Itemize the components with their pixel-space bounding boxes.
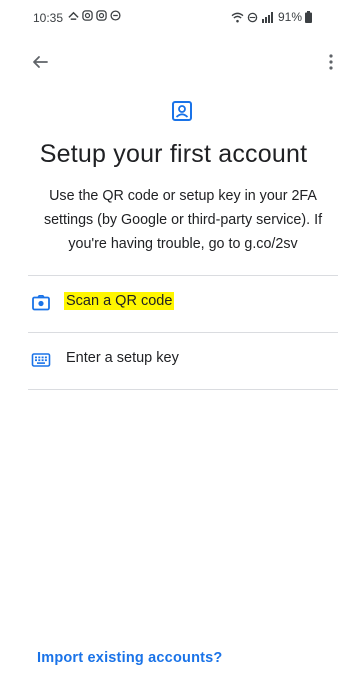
sync-icon <box>247 12 258 22</box>
instagram-icon <box>82 10 93 21</box>
wifi-icon <box>231 12 244 22</box>
notification-icons <box>68 10 121 21</box>
arrow-back-icon <box>33 56 48 68</box>
battery-percent: 91% <box>277 10 302 24</box>
enter-setup-key-option[interactable]: Enter a setup key <box>28 333 338 389</box>
divider <box>28 389 338 390</box>
missed-call-icon <box>68 11 79 20</box>
highlight-mark: Scan a QR code <box>64 292 175 310</box>
do-not-disturb-icon <box>110 10 121 21</box>
scan-qr-code-option[interactable]: Scan a QR code <box>28 276 338 332</box>
back-button[interactable] <box>28 50 52 74</box>
status-right: 91% <box>231 10 312 24</box>
app-bar <box>0 40 347 80</box>
battery-icon <box>305 11 312 23</box>
more-options-button[interactable] <box>323 50 339 74</box>
status-time: 10:35 <box>33 11 64 25</box>
camera-icon <box>32 295 50 311</box>
page-description: Use the QR code or setup key in your 2FA… <box>43 188 323 252</box>
status-bar: 10:35 91% <box>0 0 347 36</box>
page-title: Setup your first account <box>39 140 308 168</box>
import-existing-accounts-link[interactable]: Import existing accounts? <box>37 650 222 666</box>
keyboard-icon <box>31 353 51 367</box>
scan-qr-code-label: Scan a QR code <box>64 292 175 310</box>
more-vert-icon <box>329 54 333 70</box>
instagram-icon-2 <box>96 10 107 21</box>
account-box-icon <box>171 100 193 122</box>
enter-setup-key-label: Enter a setup key <box>66 350 179 366</box>
signal-icon <box>261 11 273 23</box>
